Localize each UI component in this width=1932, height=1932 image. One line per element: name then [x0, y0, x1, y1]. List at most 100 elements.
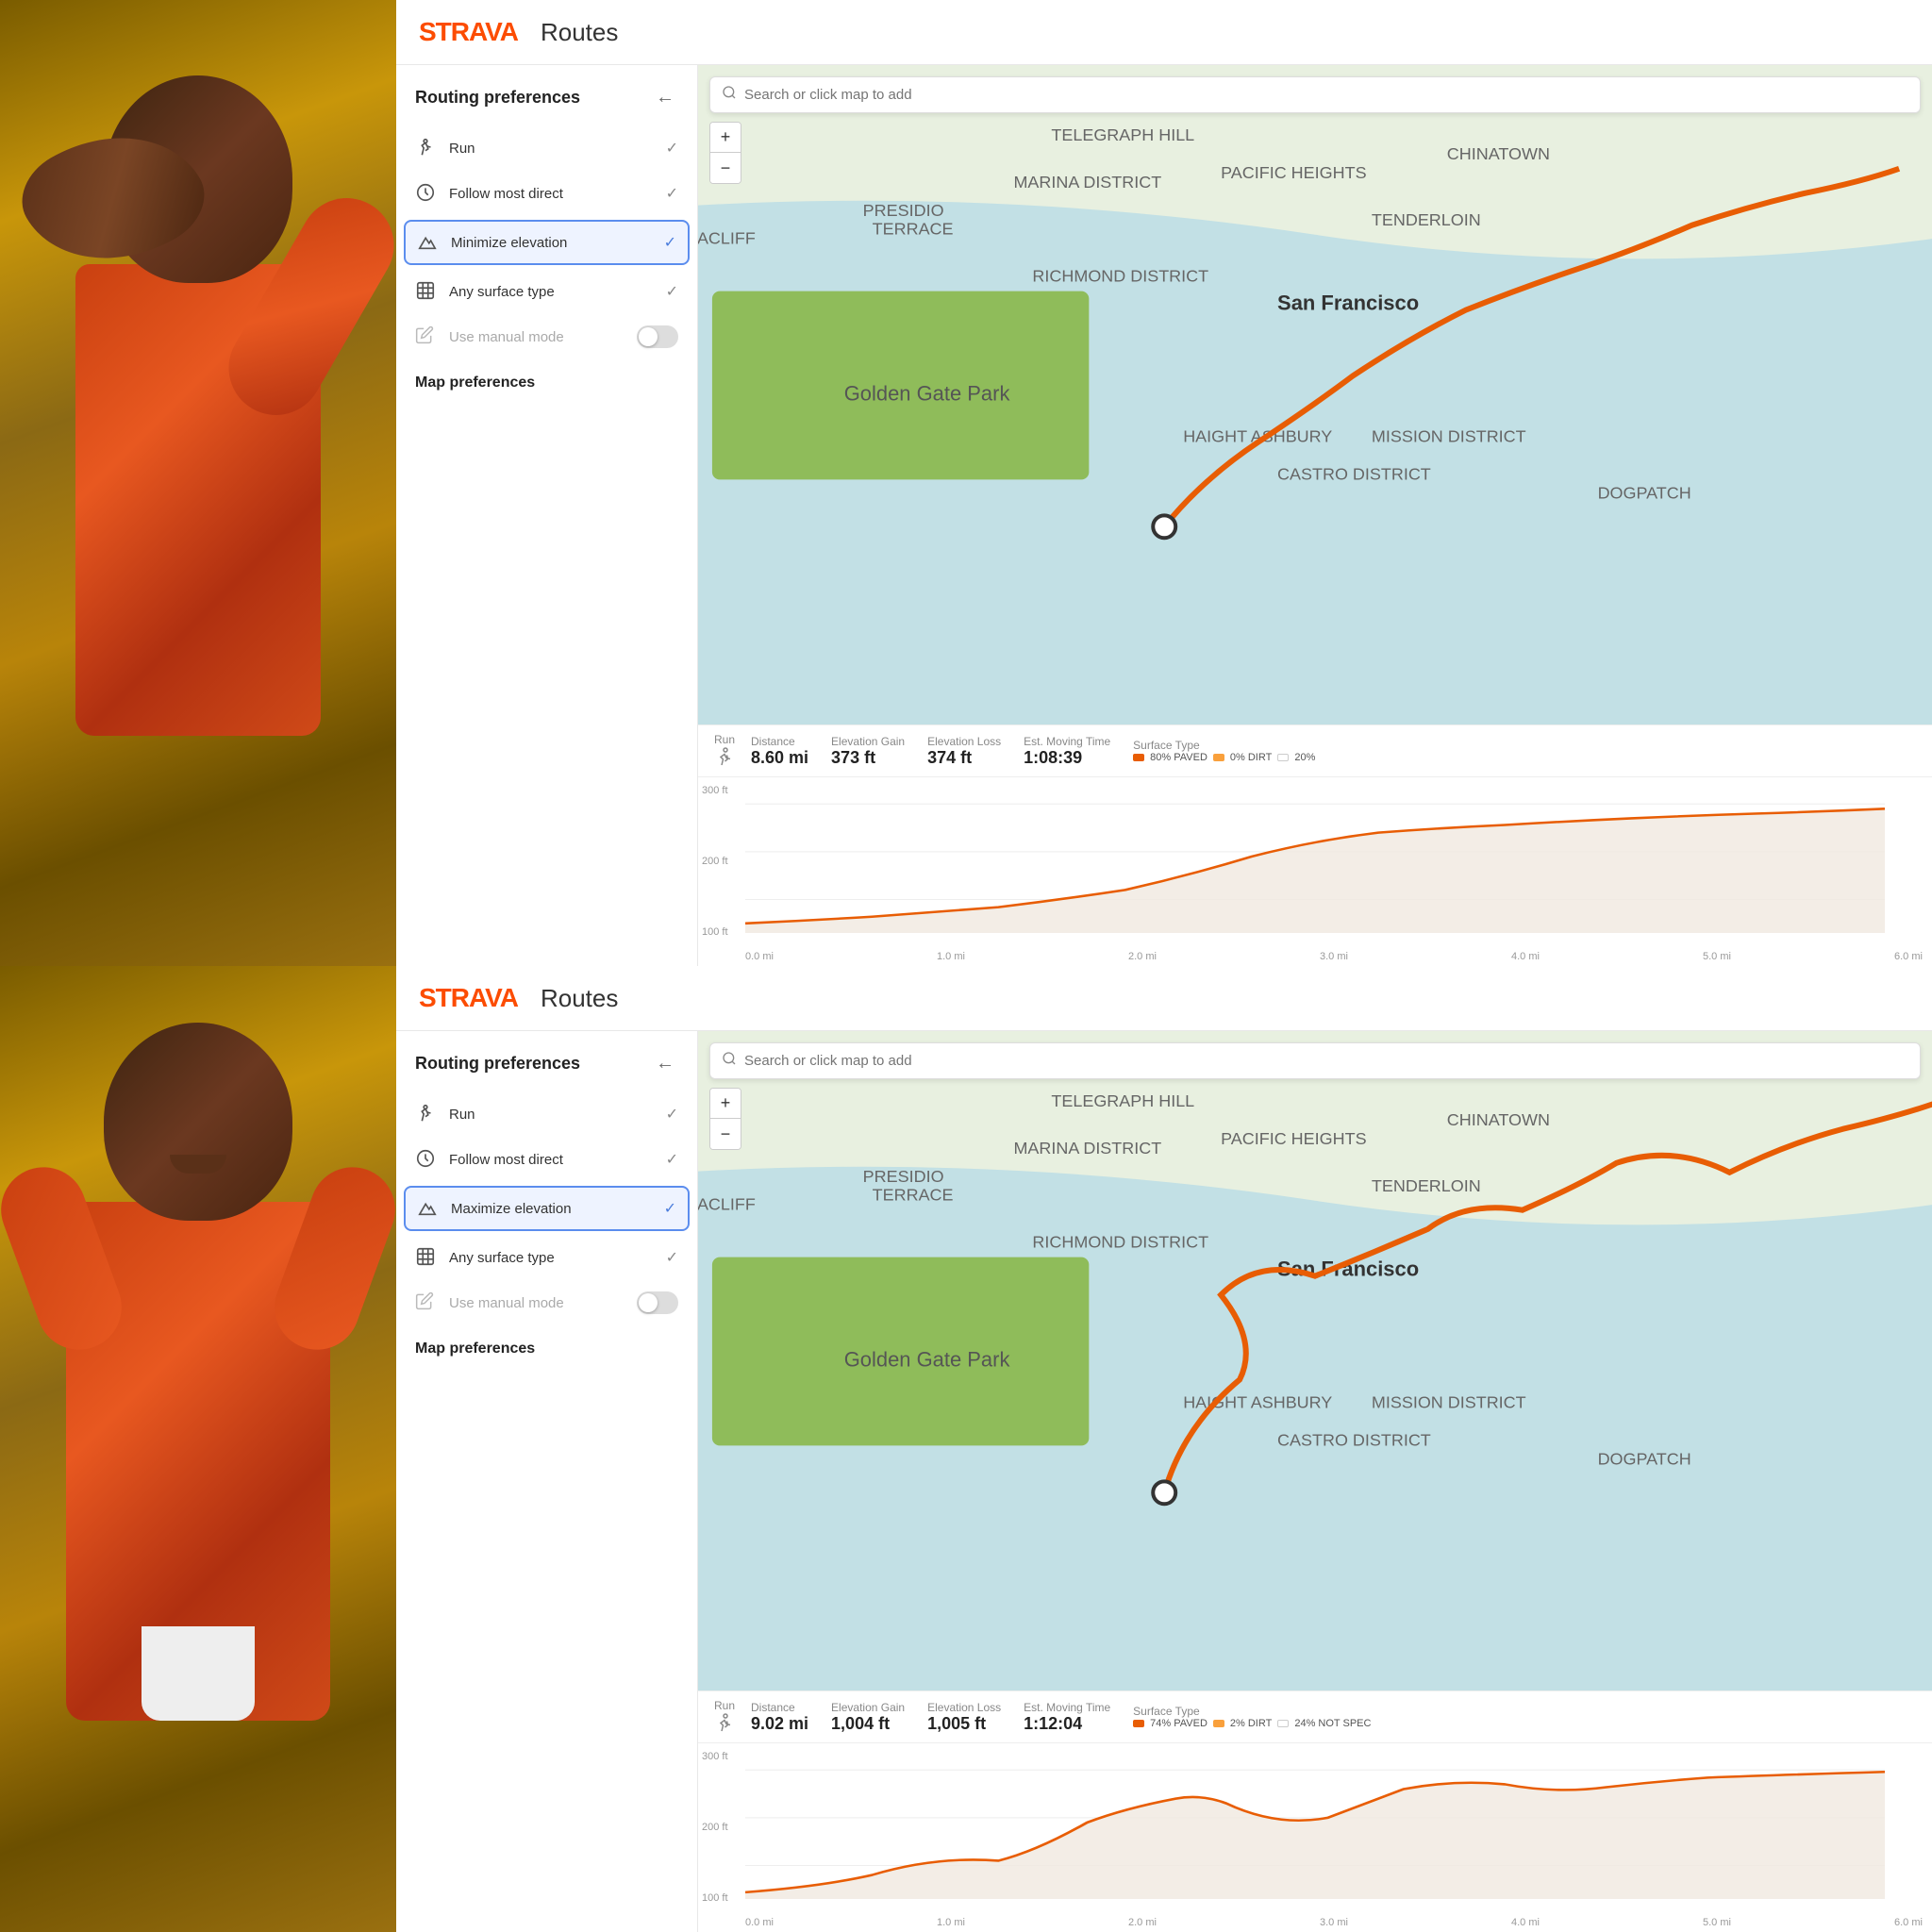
distance-stat-bottom: Distance 9.02 mi [751, 1701, 831, 1734]
legend-paved-top [1133, 754, 1144, 761]
map-bg-bottom: Golden Gate Park SEACLIFF PRESIDIO TERRA… [698, 1031, 1932, 1690]
pref-direct-check-top: ✓ [666, 184, 678, 203]
moving-time-label-bottom: Est. Moving Time [1024, 1701, 1110, 1714]
strava-header-top: STRAVA Routes [396, 0, 1932, 65]
pencil-icon-top [415, 325, 438, 348]
elevation-chart-bottom: 300 ft 200 ft 100 ft 0.0 mi 1. [698, 1743, 1932, 1932]
pref-elevation-check-top: ✓ [664, 233, 676, 252]
strava-logo-bottom: STRAVA [419, 983, 518, 1013]
pref-surface-label-top: Any surface type [449, 284, 655, 300]
zoom-out-bottom[interactable]: − [710, 1119, 741, 1149]
map-search-top[interactable] [709, 76, 1921, 113]
elev-gain-label-bottom: Elevation Gain [831, 1701, 905, 1714]
legend-paved-label-top: 80% PAVED [1150, 752, 1208, 763]
y-label-200-bottom: 200 ft [702, 1822, 728, 1833]
surface-type-label-top: Surface Type [1133, 739, 1315, 752]
manual-mode-top[interactable]: Use manual mode [396, 314, 697, 359]
drake-approve-panel [0, 966, 396, 1932]
pref-direct-bottom[interactable]: Follow most direct ✓ [396, 1137, 697, 1182]
zoom-in-top[interactable]: + [710, 123, 741, 153]
map-area-top: Golden Gate Park SEACLIFF PRESIDIO TERRA… [698, 65, 1932, 724]
strava-top-panel: STRAVA Routes Routing preferences ← Run … [396, 0, 1932, 966]
map-search-input-top[interactable] [744, 87, 1908, 103]
elev-gain-value-bottom: 1,004 ft [831, 1714, 905, 1734]
svg-text:HAIGHT ASHBURY: HAIGHT ASHBURY [1183, 1392, 1332, 1411]
pref-direct-check-bottom: ✓ [666, 1150, 678, 1169]
pref-surface-check-bottom: ✓ [666, 1248, 678, 1267]
pref-surface-bottom[interactable]: Any surface type ✓ [396, 1235, 697, 1280]
chart-y-axis-top: 300 ft 200 ft 100 ft [702, 785, 728, 938]
strava-content-bottom: Routing preferences ← Run ✓ Follow [396, 1031, 1932, 1932]
zoom-in-bottom[interactable]: + [710, 1089, 741, 1119]
surface-legend-top: 80% PAVED 0% DIRT 20% [1133, 752, 1315, 763]
legend-dirt-bottom [1213, 1720, 1224, 1727]
pref-elevation-top[interactable]: Minimize elevation ✓ [404, 220, 690, 265]
svg-text:TERRACE: TERRACE [873, 220, 954, 239]
pref-run-top[interactable]: Run ✓ [396, 125, 697, 171]
pref-surface-top[interactable]: Any surface type ✓ [396, 269, 697, 314]
stats-bar-top: Run Distance 8.60 mi Elevation Gain 373 … [698, 724, 1932, 777]
zoom-out-top[interactable]: − [710, 153, 741, 183]
manual-mode-toggle-bottom[interactable] [637, 1291, 678, 1314]
top-row: STRAVA Routes Routing preferences ← Run … [0, 0, 1932, 966]
legend-other-label-bottom: 24% NOT SPEC [1294, 1718, 1371, 1729]
moving-time-stat-top: Est. Moving Time 1:08:39 [1024, 735, 1133, 768]
clock-icon-top [415, 182, 438, 205]
run-icon-bottom [415, 1103, 438, 1125]
pref-run-bottom[interactable]: Run ✓ [396, 1091, 697, 1137]
back-button-top[interactable]: ← [652, 84, 678, 110]
chart-svg-top [745, 785, 1885, 938]
svg-text:TENDERLOIN: TENDERLOIN [1372, 210, 1481, 229]
elev-gain-stat-top: Elevation Gain 373 ft [831, 735, 927, 768]
pref-elevation-label-bottom: Maximize elevation [451, 1201, 653, 1217]
map-bg-top: Golden Gate Park SEACLIFF PRESIDIO TERRA… [698, 65, 1932, 724]
pencil-icon-bottom [415, 1291, 438, 1314]
svg-text:CASTRO DISTRICT: CASTRO DISTRICT [1277, 1430, 1431, 1449]
svg-text:SEACLIFF: SEACLIFF [698, 1195, 756, 1214]
legend-other-top [1277, 754, 1289, 761]
run-icon-top [415, 137, 438, 159]
back-button-bottom[interactable]: ← [652, 1050, 678, 1076]
pref-elevation-bottom[interactable]: Maximize elevation ✓ [404, 1186, 690, 1231]
svg-text:TELEGRAPH HILL: TELEGRAPH HILL [1051, 125, 1194, 144]
svg-text:PRESIDIO: PRESIDIO [863, 201, 944, 220]
pref-direct-top[interactable]: Follow most direct ✓ [396, 171, 697, 216]
svg-text:TENDERLOIN: TENDERLOIN [1372, 1176, 1481, 1195]
svg-text:MARINA DISTRICT: MARINA DISTRICT [1013, 173, 1161, 192]
chart-x-axis-bottom: 0.0 mi 1.0 mi 2.0 mi 3.0 mi 4.0 mi 5.0 m… [745, 1917, 1923, 1928]
elev-loss-stat-bottom: Elevation Loss 1,005 ft [927, 1701, 1024, 1734]
svg-text:RICHMOND DISTRICT: RICHMOND DISTRICT [1032, 1233, 1208, 1252]
manual-mode-toggle-top[interactable] [637, 325, 678, 348]
map-search-bottom[interactable] [709, 1042, 1921, 1079]
sidebar-top: Routing preferences ← Run ✓ Follow [396, 65, 698, 966]
map-search-input-bottom[interactable] [744, 1053, 1908, 1069]
manual-mode-bottom[interactable]: Use manual mode [396, 1280, 697, 1325]
legend-paved-bottom [1133, 1720, 1144, 1727]
svg-text:TELEGRAPH HILL: TELEGRAPH HILL [1051, 1091, 1194, 1110]
strava-routes-bottom: Routes [541, 984, 618, 1013]
pref-run-label-bottom: Run [449, 1107, 655, 1123]
run-stat-label-bottom: Run [714, 1699, 735, 1712]
moving-time-label-top: Est. Moving Time [1024, 735, 1110, 748]
pref-direct-label-bottom: Follow most direct [449, 1152, 655, 1168]
pref-direct-label-top: Follow most direct [449, 186, 655, 202]
svg-text:MARINA DISTRICT: MARINA DISTRICT [1013, 1139, 1161, 1158]
elev-loss-stat-top: Elevation Loss 374 ft [927, 735, 1024, 768]
svg-text:PACIFIC HEIGHTS: PACIFIC HEIGHTS [1221, 163, 1366, 182]
search-icon-top [722, 85, 737, 105]
run-stat-area-top: Run [713, 733, 751, 769]
svg-text:PRESIDIO: PRESIDIO [863, 1167, 944, 1186]
run-stat-area-bottom: Run [713, 1699, 751, 1735]
sidebar-bottom: Routing preferences ← Run ✓ Follow [396, 1031, 698, 1932]
svg-text:DOGPATCH: DOGPATCH [1598, 1449, 1691, 1468]
elevation-chart-top: 300 ft 200 ft 100 ft [698, 777, 1932, 966]
y-label-300-bottom: 300 ft [702, 1751, 728, 1762]
routing-prefs-title-bottom: Routing preferences ← [396, 1050, 697, 1091]
distance-stat-top: Distance 8.60 mi [751, 735, 831, 768]
distance-label-bottom: Distance [751, 1701, 808, 1714]
strava-logo-text-bottom: STRAVA [419, 983, 518, 1013]
svg-text:San Francisco: San Francisco [1277, 291, 1419, 315]
chart-x-axis-top: 0.0 mi 1.0 mi 2.0 mi 3.0 mi 4.0 mi 5.0 m… [745, 951, 1923, 962]
svg-text:DOGPATCH: DOGPATCH [1598, 483, 1691, 502]
routing-prefs-title-top: Routing preferences ← [396, 84, 697, 125]
